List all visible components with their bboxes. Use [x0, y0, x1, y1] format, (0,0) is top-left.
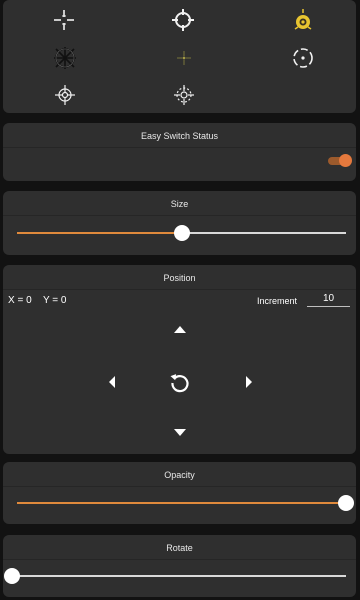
crosshair-gap-cross-icon [54, 10, 74, 30]
crosshair-option-2[interactable] [169, 6, 197, 34]
reset-position-button[interactable] [168, 370, 192, 394]
divider [3, 215, 356, 216]
crosshair-option-5[interactable] [170, 44, 198, 72]
increment-label: Increment [257, 296, 298, 306]
crosshair-dim-dot-icon [177, 51, 191, 65]
x-coordinate-label: X = 0 [8, 295, 32, 306]
crosshair-yellow-dot-icon [294, 9, 312, 30]
easy-switch-title: Easy Switch Status [140, 131, 219, 141]
slider-fill [17, 232, 182, 234]
crosshair-dashed-ring-icon [293, 48, 313, 68]
move-right-button[interactable] [237, 370, 261, 394]
increment-input[interactable] [307, 290, 350, 307]
rotate-card: Rotate [3, 535, 356, 597]
size-card: Size [3, 191, 356, 255]
divider [3, 147, 356, 148]
crosshair-option-8[interactable] [170, 81, 198, 109]
crosshair-option-1[interactable] [50, 6, 78, 34]
easy-switch-card: Easy Switch Status [3, 123, 356, 181]
slider-fill [17, 502, 346, 504]
divider [3, 289, 356, 290]
opacity-slider[interactable] [17, 493, 354, 513]
crosshair-circle-icon [172, 9, 194, 31]
slider-knob[interactable] [338, 495, 354, 511]
slider-rail [12, 575, 346, 577]
crosshair-option-7[interactable] [51, 81, 79, 109]
left-arrow-icon [109, 376, 115, 388]
opacity-card: Opacity [3, 462, 356, 524]
up-arrow-icon [174, 326, 186, 333]
opacity-title: Opacity [164, 470, 195, 480]
easy-switch-toggle[interactable] [328, 154, 352, 167]
right-arrow-icon [246, 376, 252, 388]
slider-knob[interactable] [4, 568, 20, 584]
y-coordinate-label: Y = 0 [43, 295, 67, 306]
toggle-thumb [339, 154, 352, 167]
crosshair-scope-reticle-icon [54, 47, 76, 69]
reset-icon [170, 374, 189, 393]
slider-knob[interactable] [173, 225, 190, 241]
down-arrow-icon [174, 429, 186, 436]
crosshair-picker-card [3, 0, 356, 113]
position-title: Position [163, 273, 196, 283]
crosshair-option-6[interactable] [289, 44, 317, 72]
move-left-button[interactable] [100, 370, 124, 394]
rotate-title: Rotate [166, 543, 193, 553]
crosshair-small-reticle-icon [55, 85, 75, 105]
rotate-slider[interactable] [4, 566, 346, 586]
crosshair-option-4[interactable] [51, 44, 79, 72]
move-down-button[interactable] [168, 420, 192, 444]
crosshair-dotted-reticle-icon [174, 85, 194, 105]
crosshair-option-3[interactable] [289, 6, 317, 34]
size-title: Size [170, 199, 189, 209]
divider [3, 559, 356, 560]
move-up-button[interactable] [168, 318, 192, 342]
size-slider[interactable] [17, 223, 346, 243]
divider [3, 486, 356, 487]
